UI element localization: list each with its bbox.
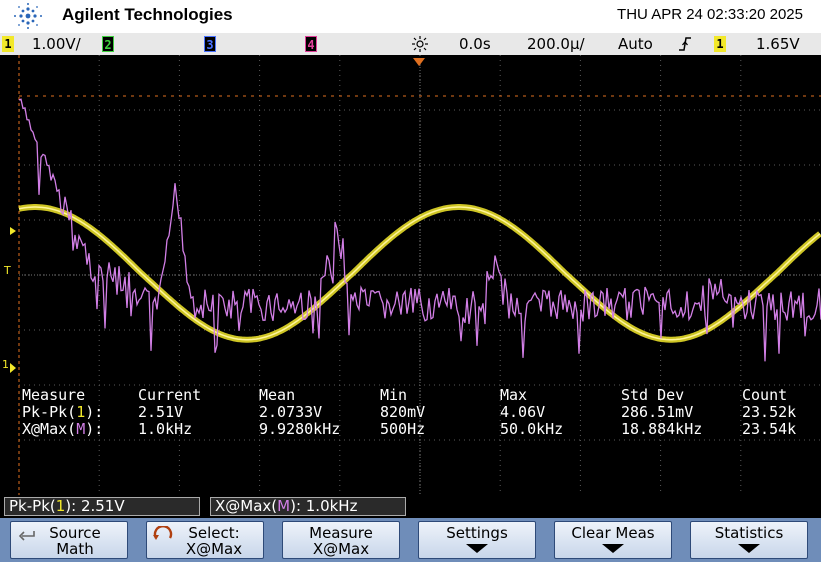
ground-level-marker: 1 [2, 358, 9, 371]
channel-1-scale: 1.00V/ [32, 35, 81, 53]
header-count: Count [742, 386, 788, 404]
x-at-max-min: 500Hz [380, 420, 426, 438]
timebase-scale: 200.0µ/ [527, 35, 585, 53]
header-min: Min [380, 386, 408, 404]
down-arrow-icon [466, 544, 488, 553]
row-pk-pk-label: Pk-Pk(1): [22, 403, 104, 421]
clear-meas-softkey[interactable]: Clear Meas [554, 521, 672, 559]
x-at-max-std-dev: 18.884kHz [621, 420, 703, 438]
trigger-source-indicator: 1 [714, 36, 726, 52]
softkey-label-line1: Clear Meas [571, 524, 655, 542]
channel-3-indicator[interactable]: 3 [204, 36, 216, 52]
header-max: Max [500, 386, 528, 404]
pk-pk-max: 4.06V [500, 403, 546, 421]
channel-1-indicator[interactable]: 1 [2, 36, 14, 52]
softkey-label-line1: Settings [446, 524, 508, 542]
pk-pk-std-dev: 286.51mV [621, 403, 694, 421]
pk-pk-mean: 2.0733V [259, 403, 323, 421]
pk-pk-count: 23.52k [742, 403, 797, 421]
softkey-label-line1: Measure [309, 524, 373, 542]
x-at-max-mean: 9.9280kHz [259, 420, 341, 438]
header-std-dev: Std Dev [621, 386, 685, 404]
quick-measurement-bar: Pk-Pk(1): 2.51V X@Max(M): 1.0kHz [0, 495, 821, 518]
row-x-at-max-label: X@Max(M): [22, 420, 104, 438]
x-at-max-max: 50.0kHz [500, 420, 564, 438]
trigger-mode: Auto [618, 35, 653, 53]
rising-edge-trigger-icon [678, 36, 692, 52]
header-measure: Measure [22, 386, 86, 404]
x-at-max-count: 23.54k [742, 420, 797, 438]
down-arrow-icon [602, 544, 624, 553]
source-math-softkey[interactable]: Source Math [10, 521, 128, 559]
softkey-label-line1: Statistics [714, 524, 784, 542]
horizontal-delay-icon [410, 36, 430, 52]
date-time: THU APR 24 02:33:20 2025 [617, 6, 803, 23]
down-arrow-icon [738, 544, 760, 553]
header-current: Current [138, 386, 202, 404]
status-line: 1 1.00V/ 2 3 4 0.0s 200.0µ/ Auto 1 1.65V [0, 33, 821, 55]
channel-2-indicator[interactable]: 2 [102, 36, 114, 52]
select-x-at-max-softkey[interactable]: Select: X@Max [146, 521, 264, 559]
waveform-display[interactable]: T 1 Measure Current Mean Min Max Std Dev… [0, 55, 821, 495]
pk-pk-min: 820mV [380, 403, 426, 421]
settings-softkey[interactable]: Settings [418, 521, 536, 559]
softkey-bar: Source Math Select: X@Max Measure X@Max … [0, 518, 821, 562]
pk-pk-current: 2.51V [138, 403, 184, 421]
header-bar: Agilent Technologies THU APR 24 02:33:20… [0, 0, 821, 33]
channel-4-indicator[interactable]: 4 [305, 36, 317, 52]
horizontal-delay: 0.0s [459, 35, 491, 53]
return-arrow-icon [17, 528, 37, 545]
agilent-spark-logo-icon [8, 2, 48, 30]
softkey-label-line2: X@Max [312, 540, 370, 558]
rotary-knob-icon [151, 525, 175, 547]
statistics-softkey[interactable]: Statistics [690, 521, 808, 559]
quick-readout-x-at-max: X@Max(M): 1.0kHz [210, 497, 406, 516]
quick-readout-pk-pk: Pk-Pk(1): 2.51V [4, 497, 200, 516]
trigger-level: 1.65V [756, 35, 800, 53]
x-at-max-current: 1.0kHz [138, 420, 193, 438]
measure-x-at-max-softkey[interactable]: Measure X@Max [282, 521, 400, 559]
brand-name: Agilent Technologies [62, 5, 233, 24]
header-mean: Mean [259, 386, 296, 404]
trigger-level-marker: T [4, 264, 11, 277]
